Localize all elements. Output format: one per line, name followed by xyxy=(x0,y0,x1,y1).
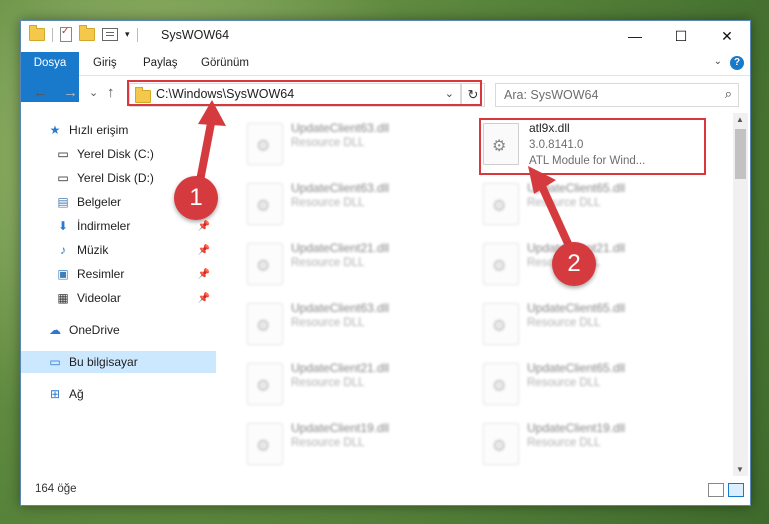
annotation-arrows xyxy=(195,100,574,252)
step-badge-2: 2 xyxy=(552,242,596,286)
arrow-1 xyxy=(195,100,226,190)
arrow-2 xyxy=(528,166,574,252)
step-badge-1: 1 xyxy=(174,176,218,220)
